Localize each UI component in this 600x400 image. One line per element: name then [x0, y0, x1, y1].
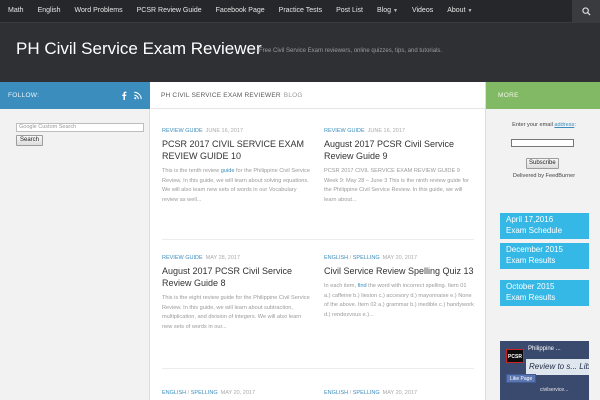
divider: [162, 239, 474, 240]
promo-exam-schedule[interactable]: April 17,2016 Exam Schedule: [500, 213, 589, 239]
breadcrumb: PH CIVIL SERVICE EXAM REVIEWER BLOG: [151, 82, 485, 109]
nav-item-math[interactable]: Math: [0, 0, 31, 22]
email-input[interactable]: [511, 139, 574, 147]
post-title[interactable]: Civil Service Review Spelling Quiz 13: [324, 265, 474, 277]
fb-like-button[interactable]: Like Page: [506, 374, 537, 383]
promo-line: December 2015: [506, 245, 563, 254]
nav-item-blog-label: Blog: [376, 7, 391, 14]
google-search-button[interactable]: Search: [16, 135, 44, 146]
left-sidebar: FOLLOW: Google Custom Search Search: [0, 82, 150, 400]
post-category[interactable]: SPELLING: [353, 390, 380, 396]
post-category[interactable]: REVIEW GUIDE: [162, 255, 203, 261]
more-label: MORE: [498, 92, 519, 99]
right-sidebar: MORE Enter your email address: Subscribe…: [485, 82, 600, 400]
post-excerpt: This is the tenth review guide for the P…: [162, 167, 312, 205]
nav-item-english[interactable]: English: [31, 0, 68, 22]
post-date: JUNE 16, 2017: [205, 128, 243, 134]
post-category[interactable]: SPELLING: [191, 390, 218, 396]
post-card: ENGLISH / SPELLING MAY 20, 2017: [162, 390, 312, 396]
site-header: PH Civil Service Exam Reviewer Free Civi…: [0, 22, 600, 82]
nav-item-videos[interactable]: Videos: [405, 0, 440, 22]
divider: [162, 368, 474, 369]
post-category[interactable]: ENGLISH: [324, 255, 348, 261]
post-title[interactable]: August 2017 PCSR Civil Service Review Gu…: [162, 265, 312, 289]
post-card: ENGLISH / SPELLING MAY 20, 2017 Civil Ser…: [324, 255, 474, 320]
post-category[interactable]: ENGLISH: [162, 390, 186, 396]
nav-item-practice-tests[interactable]: Practice Tests: [272, 0, 329, 22]
promo-october-results[interactable]: October 2015 Exam Results: [500, 280, 589, 306]
chevron-down-icon: ▼: [392, 8, 398, 14]
post-excerpt: In each item, find the word with incorre…: [324, 282, 474, 320]
post-date: MAY 20, 2017: [382, 255, 418, 261]
promo-line: Exam Schedule: [506, 225, 563, 235]
post-date: MAY 20, 2017: [382, 390, 418, 396]
post-card: REVIEW GUIDE JUNE 16, 2017 August 2017 PC…: [324, 128, 474, 205]
post-meta: ENGLISH / SPELLING MAY 20, 2017: [162, 390, 312, 396]
post-category[interactable]: REVIEW GUIDE: [162, 128, 203, 134]
post-card: REVIEW GUIDE JUNE 16, 2017 PCSR 2017 CIVI…: [162, 128, 312, 205]
excerpt-link[interactable]: guide: [221, 168, 235, 174]
follow-bar: FOLLOW:: [0, 82, 150, 109]
nav-item-pcsr-review-guide[interactable]: PCSR Review Guide: [130, 0, 209, 22]
nav-item-facebook-page[interactable]: Facebook Page: [209, 0, 272, 22]
search-icon: [581, 6, 591, 16]
post-date: MAY 20, 2017: [220, 390, 256, 396]
post-date: JUNE 16, 2017: [367, 128, 405, 134]
post-meta: ENGLISH / SPELLING MAY 20, 2017: [324, 390, 474, 396]
site-tagline: Free Civil Service Exam reviewers, onlin…: [259, 48, 443, 54]
subscribe-button[interactable]: Subscribe: [526, 158, 559, 169]
search-button[interactable]: [572, 0, 600, 22]
email-address-link[interactable]: address: [554, 122, 574, 128]
facebook-icon[interactable]: [120, 91, 128, 100]
post-category[interactable]: REVIEW GUIDE: [324, 128, 365, 134]
content-wrapper: FOLLOW: Google Custom Search Search PH C…: [0, 82, 600, 400]
top-navigation: Math English Word Problems PCSR Review G…: [0, 0, 600, 22]
follow-label: FOLLOW:: [8, 92, 40, 99]
site-title[interactable]: PH Civil Service Exam Reviewer: [16, 39, 262, 59]
rss-icon[interactable]: [134, 91, 142, 100]
excerpt-text: This is the tenth review: [162, 168, 221, 174]
post-excerpt: PCSR 2017 CIVIL SERVICE EXAM REVIEW GUID…: [324, 168, 469, 203]
post-meta: REVIEW GUIDE MAY 28, 2017: [162, 255, 312, 261]
promo-december-results[interactable]: December 2015 Exam Results: [500, 243, 589, 269]
email-colon: :: [574, 122, 576, 128]
social-links: [120, 91, 142, 100]
google-search-input[interactable]: Google Custom Search: [16, 123, 144, 132]
breadcrumb-home[interactable]: PH CIVIL SERVICE EXAM REVIEWER: [161, 92, 281, 99]
nav-item-post-list[interactable]: Post List: [329, 0, 370, 22]
fb-cover-text: Review to s... Libre!: [526, 359, 589, 375]
post-title[interactable]: August 2017 PCSR Civil Service Review Gu…: [324, 138, 474, 162]
feedburner-credit[interactable]: Delivered by FeedBurner: [494, 173, 594, 179]
promo-line: Exam Results: [506, 292, 556, 302]
post-card: REVIEW GUIDE MAY 28, 2017 August 2017 PCS…: [162, 255, 312, 332]
excerpt-link[interactable]: find: [358, 283, 367, 289]
post-meta: REVIEW GUIDE JUNE 16, 2017: [324, 128, 474, 134]
post-excerpt: This is the eight review guide for the P…: [162, 295, 310, 330]
post-meta: REVIEW GUIDE JUNE 16, 2017: [162, 128, 312, 134]
pcsr-logo: PCSR: [506, 349, 524, 363]
post-category[interactable]: SPELLING: [353, 255, 380, 261]
post-card: ENGLISH / SPELLING MAY 20, 2017: [324, 390, 474, 396]
promo-line: Exam Results: [506, 255, 556, 265]
fb-site-link[interactable]: civilservice...: [540, 387, 568, 393]
post-meta: ENGLISH / SPELLING MAY 20, 2017: [324, 255, 474, 261]
promo-line: April 17,2016: [506, 215, 554, 224]
chevron-down-icon: ▼: [467, 8, 473, 14]
excerpt-text: In each item,: [324, 283, 358, 289]
breadcrumb-current: BLOG: [283, 91, 303, 99]
facebook-page-widget[interactable]: PCSR Philippine ... Review to s... Libre…: [500, 341, 589, 400]
nav-item-blog[interactable]: Blog ▼: [370, 0, 405, 22]
post-title[interactable]: PCSR 2017 CIVIL SERVICE EXAM REVIEW GUID…: [162, 138, 312, 162]
post-date: MAY 28, 2017: [205, 255, 241, 261]
fb-page-name[interactable]: Philippine ...: [528, 346, 561, 352]
nav-item-about-label: About: [447, 7, 466, 14]
promo-line: October 2015: [506, 282, 555, 291]
more-bar: MORE: [486, 82, 600, 109]
nav-item-word-problems[interactable]: Word Problems: [68, 0, 130, 22]
nav-item-about[interactable]: About ▼: [440, 0, 479, 22]
email-prompt-text: Enter your email: [512, 122, 555, 128]
post-category[interactable]: ENGLISH: [324, 390, 348, 396]
email-prompt: Enter your email address:: [496, 122, 592, 128]
